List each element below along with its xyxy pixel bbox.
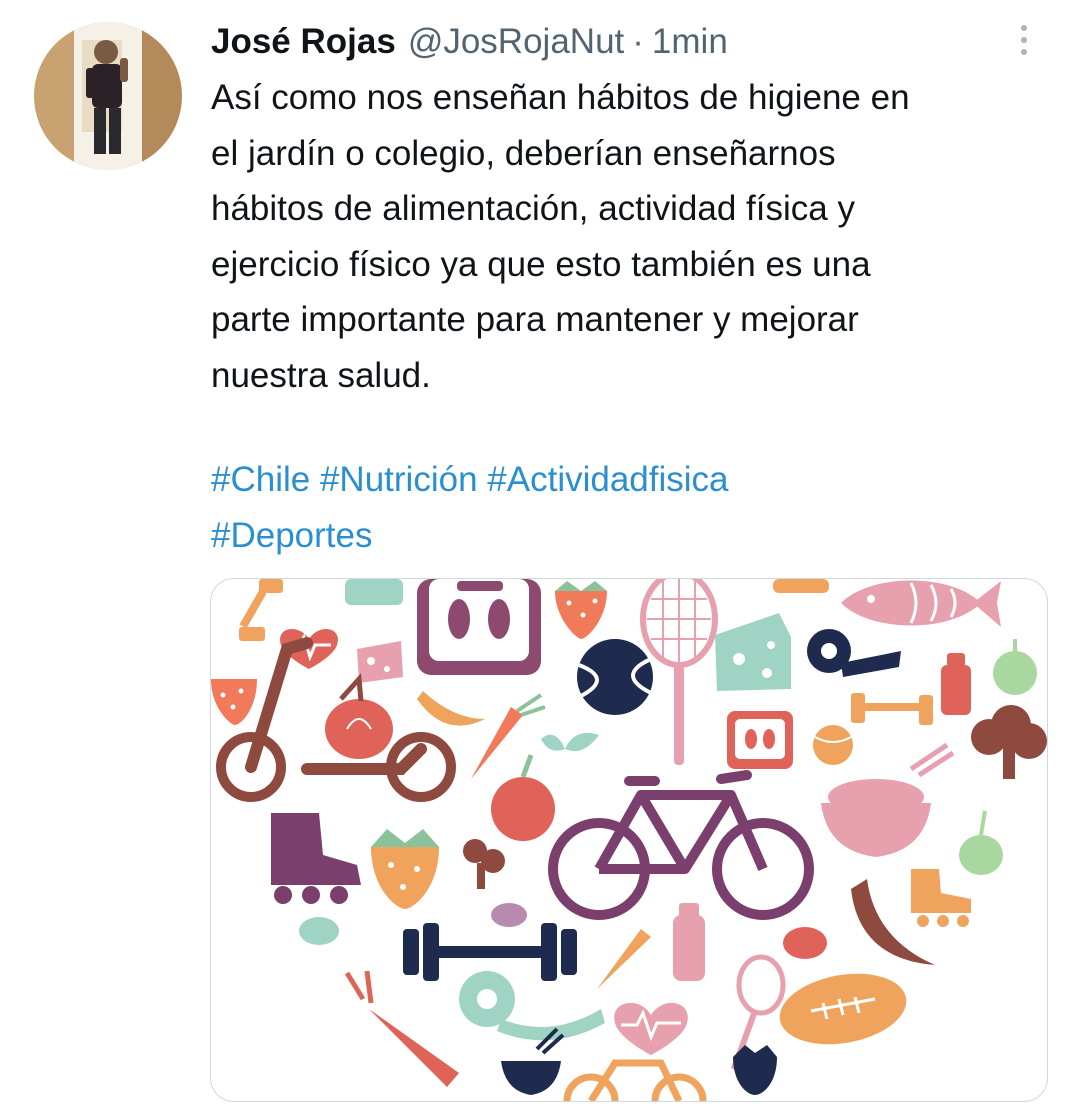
- author-name[interactable]: José Rojas: [211, 22, 396, 62]
- small-broccoli-icon: [463, 839, 505, 889]
- small-dumbbell-icon: [851, 693, 933, 725]
- orange-ball-icon: [813, 725, 853, 765]
- tennis-ball-icon: [577, 639, 653, 715]
- strawberry-icon: [555, 581, 607, 639]
- dot: [1021, 25, 1027, 31]
- carrot-icon: [471, 693, 546, 779]
- bicycle-icon: [548, 770, 814, 920]
- mint-block-icon: [345, 579, 403, 605]
- tweet-timestamp[interactable]: 1min: [652, 22, 728, 62]
- mint-tape-icon: [459, 971, 605, 1041]
- hashtag-chile[interactable]: #Chile: [211, 460, 310, 499]
- tweet-media-image[interactable]: [210, 578, 1048, 1102]
- green-onion-icon: [959, 810, 1003, 875]
- tweet[interactable]: José Rojas @JosRojaNut · 1min Así como n…: [0, 0, 1080, 1113]
- red-lemon-icon: [783, 927, 827, 959]
- hashtag-actividadfisica[interactable]: #Actividadfisica: [487, 460, 728, 499]
- water-bottle-icon: [941, 653, 971, 715]
- lemon-icon: [299, 917, 339, 945]
- dumbbell-icon: [239, 579, 283, 641]
- banana-icon: [417, 691, 485, 726]
- onion-icon: [325, 673, 393, 759]
- tweet-header: José Rojas @JosRojaNut · 1min: [211, 18, 728, 66]
- dot: [1021, 37, 1027, 43]
- orange-strawberry-icon: [371, 829, 439, 909]
- scale-icon: [417, 579, 541, 675]
- cheese-wedge-icon: [715, 613, 791, 691]
- cheese-icon: [357, 641, 403, 683]
- separator-dot: ·: [632, 22, 644, 61]
- hashtags: #Chile #Nutrición #Actividadfisica #Depo…: [211, 452, 1041, 563]
- fish-icon: [841, 580, 1001, 627]
- small-carrot-icon: [597, 929, 651, 989]
- more-options-icon[interactable]: [1004, 18, 1044, 62]
- small-scale-icon: [727, 711, 793, 769]
- bottle-icon: [673, 903, 705, 981]
- navy-strawberry-icon: [733, 1045, 777, 1095]
- plum-icon: [491, 903, 527, 927]
- football-icon: [779, 973, 907, 1045]
- orange-bicycle-icon: [563, 1059, 707, 1101]
- tweet-text: Así como nos enseñan hábitos de higiene …: [211, 78, 910, 395]
- dot: [1021, 49, 1027, 55]
- leaves-icon: [541, 732, 599, 752]
- pink-heart-icon: [614, 1002, 688, 1055]
- measuring-tape-icon: [807, 629, 901, 677]
- avatar-photo: [34, 22, 182, 170]
- red-apple-icon: [491, 754, 555, 841]
- hashtag-deportes[interactable]: #Deportes: [211, 516, 372, 555]
- tennis-racket-icon: [640, 579, 718, 765]
- strawberry-left-icon: [211, 679, 257, 725]
- health-icons-heart-illustration: [211, 579, 1047, 1101]
- broccoli-icon: [971, 705, 1047, 779]
- author-handle[interactable]: @JosRojaNut: [408, 22, 624, 62]
- orange-skate-icon: [911, 869, 971, 927]
- big-carrot-icon: [344, 970, 459, 1087]
- hashtag-nutricion[interactable]: #Nutrición: [320, 460, 478, 499]
- avatar[interactable]: [34, 22, 182, 170]
- inline-skate-icon: [271, 813, 361, 904]
- apple-icon: [993, 639, 1037, 695]
